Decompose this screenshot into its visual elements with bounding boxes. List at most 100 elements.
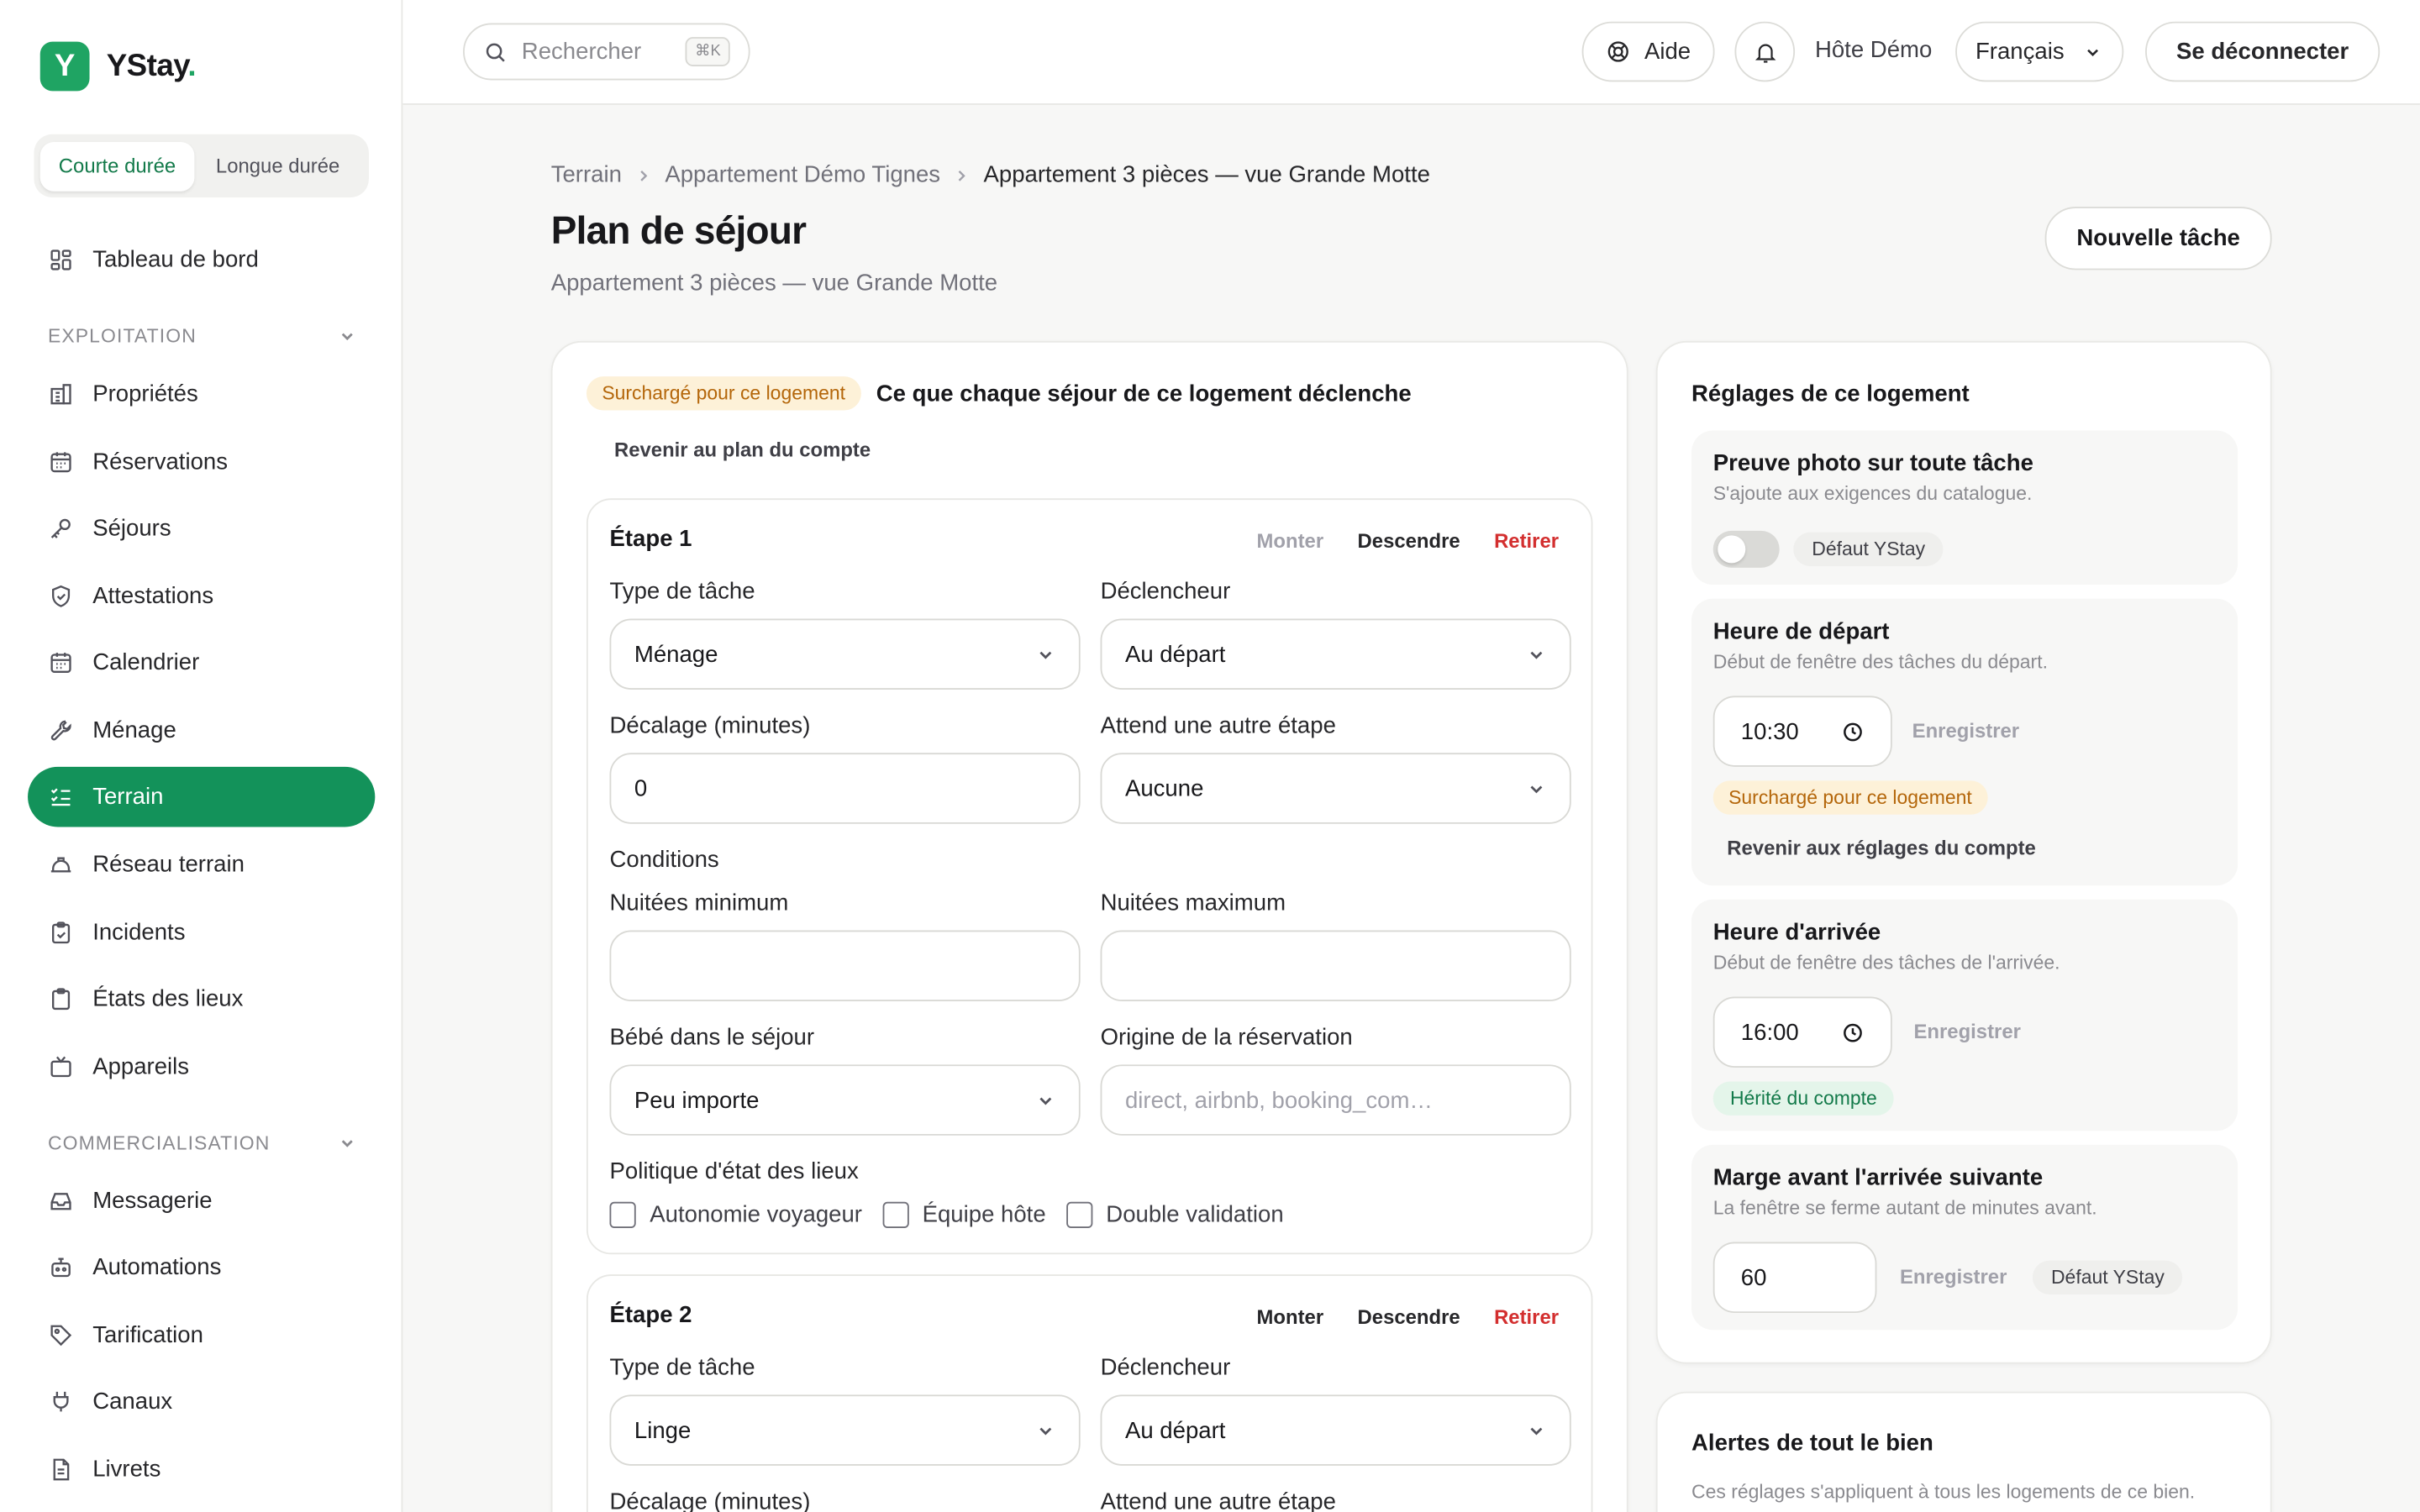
- inbox-icon: [50, 1193, 71, 1210]
- checkbox-label: Équipe hôte: [922, 1201, 1046, 1229]
- save-button[interactable]: Enregistrer: [1900, 1265, 2007, 1289]
- nav-section-exploitation[interactable]: EXPLOITATION: [48, 326, 356, 347]
- user-name[interactable]: Hôte Démo: [1815, 37, 1932, 63]
- trigger-select[interactable]: Au départ: [1100, 618, 1571, 690]
- sidebar-item-dashboard[interactable]: Tableau de bord: [28, 230, 375, 291]
- max-nights-label: Nuitées maximum: [1100, 890, 1286, 916]
- sidebar-item-calendar[interactable]: Calendrier: [28, 633, 375, 693]
- move-up-button[interactable]: Monter: [1257, 1305, 1324, 1329]
- move-down-button[interactable]: Descendre: [1358, 529, 1460, 553]
- remove-step-button[interactable]: Retirer: [1494, 529, 1559, 553]
- wait-step-value: Aucune: [1124, 774, 1204, 802]
- plug-icon: [53, 1391, 69, 1412]
- nav-section-label: COMMERCIALISATION: [47, 1132, 271, 1154]
- wait-step-select[interactable]: Aucune: [1100, 753, 1571, 824]
- checkbox-box[interactable]: [881, 1201, 909, 1229]
- brand[interactable]: Y YStay.: [39, 41, 197, 92]
- trigger-select[interactable]: Au départ: [1100, 1394, 1571, 1466]
- checkbox-box[interactable]: [1065, 1201, 1092, 1229]
- task-type-select[interactable]: Ménage: [609, 618, 1081, 690]
- brand-name: YStay.: [106, 48, 197, 83]
- notifications-button[interactable]: [1734, 21, 1796, 82]
- sidebar-item-reservations[interactable]: Réservations: [28, 432, 375, 492]
- plan-heading: Ce que chaque séjour de ce logement décl…: [876, 380, 1412, 407]
- revert-plan-button[interactable]: Revenir au plan du compte: [614, 438, 871, 462]
- sidebar-item-pricing[interactable]: Tarification: [28, 1305, 375, 1366]
- search-input[interactable]: Rechercher ⌘K: [463, 23, 750, 81]
- wrench-icon: [50, 720, 71, 741]
- trigger-label: Déclencheur: [1100, 578, 1231, 605]
- sidebar-item-stays[interactable]: Séjours: [28, 498, 375, 559]
- sidebar-item-properties[interactable]: Propriétés: [28, 364, 375, 424]
- sidebar-item-label: États des lieux: [92, 985, 244, 1012]
- chevron-down-icon: [1039, 1426, 1052, 1435]
- sidebar-item-channels[interactable]: Canaux: [28, 1372, 375, 1432]
- photo-proof-toggle[interactable]: [1712, 530, 1780, 568]
- help-button[interactable]: Aide: [1581, 21, 1715, 82]
- new-task-button[interactable]: Nouvelle tâche: [2044, 207, 2272, 270]
- checkbox-box[interactable]: [609, 1201, 636, 1229]
- sidebar-item-label: Attestations: [92, 583, 214, 610]
- policy-host-checkbox[interactable]: Équipe hôte: [881, 1201, 1046, 1229]
- step-1: Étape 1 Monter Descendre Retirer Type de…: [586, 498, 1593, 1255]
- search-shortcut: ⌘K: [686, 37, 730, 66]
- language-select[interactable]: Français: [1955, 21, 2124, 82]
- unit-settings-card: Réglages de ce logement Preuve photo sur…: [1655, 340, 2272, 1364]
- page-subtitle: Appartement 3 pièces — vue Grande Motte: [550, 270, 998, 297]
- setting-title: Preuve photo sur toute tâche: [1712, 450, 2033, 477]
- max-nights-input[interactable]: [1100, 930, 1571, 1002]
- task-type-select[interactable]: Linge: [609, 1394, 1081, 1466]
- setting-desc: Début de fenêtre des tâches du départ.: [1712, 651, 2048, 673]
- setting-title: Heure de départ: [1712, 618, 1890, 645]
- breadcrumb-root[interactable]: Terrain: [551, 162, 622, 188]
- nav-section-commercialisation[interactable]: COMMERCIALISATION: [48, 1132, 356, 1154]
- offset-input[interactable]: 0: [609, 753, 1081, 824]
- baby-select[interactable]: Peu importe: [609, 1064, 1081, 1136]
- sidebar-item-devices[interactable]: Appareils: [28, 1037, 375, 1097]
- search-icon: [486, 42, 505, 61]
- task-type-label: Type de tâche: [609, 578, 755, 605]
- sidebar-item-inspections[interactable]: États des lieux: [28, 969, 375, 1029]
- sidebar-item-booklets[interactable]: Livrets: [28, 1440, 375, 1500]
- chevron-down-icon: [1039, 1096, 1052, 1105]
- departure-time-input[interactable]: 10:30: [1712, 696, 1892, 767]
- plan-header: Surchargé pour ce logement Ce que chaque…: [586, 376, 1412, 411]
- sidebar-item-field-network[interactable]: Réseau terrain: [28, 835, 375, 895]
- sidebar-item-automations[interactable]: Automations: [28, 1237, 375, 1298]
- trigger-value: Au départ: [1124, 1417, 1226, 1444]
- offset-label: Décalage (minutes): [609, 1488, 811, 1512]
- sidebar-item-incidents[interactable]: Incidents: [28, 902, 375, 963]
- duration-short-tab[interactable]: Courte durée: [39, 141, 195, 191]
- policy-double-checkbox[interactable]: Double validation: [1065, 1201, 1284, 1229]
- sidebar-item-label: Séjours: [92, 515, 171, 542]
- breadcrumb-parent[interactable]: Appartement Démo Tignes: [665, 162, 940, 188]
- move-down-button[interactable]: Descendre: [1358, 1305, 1460, 1329]
- min-nights-input[interactable]: [609, 930, 1081, 1002]
- alerts-title: Alertes de tout le bien: [1691, 1430, 1933, 1457]
- duration-long-tab[interactable]: Longue durée: [197, 141, 358, 191]
- save-button[interactable]: Enregistrer: [1914, 1020, 2021, 1043]
- margin-input[interactable]: 60: [1712, 1242, 1877, 1314]
- sidebar-item-messaging[interactable]: Messagerie: [28, 1171, 375, 1231]
- min-nights-label: Nuitées minimum: [609, 890, 789, 916]
- sidebar-item-field[interactable]: Terrain: [28, 766, 376, 827]
- origin-input[interactable]: direct, airbnb, booking_com…: [1100, 1064, 1571, 1136]
- sidebar-item-cleaning[interactable]: Ménage: [28, 701, 375, 761]
- remove-step-button[interactable]: Retirer: [1494, 1305, 1559, 1329]
- sidebar-item-label: Ménage: [92, 717, 176, 744]
- sidebar-item-attestations[interactable]: Attestations: [28, 566, 375, 627]
- save-button[interactable]: Enregistrer: [1912, 719, 2019, 743]
- breadcrumb-current: Appartement 3 pièces — vue Grande Motte: [983, 161, 1430, 189]
- step-title: Étape 1: [609, 526, 692, 553]
- tv-icon: [50, 1056, 71, 1078]
- logout-button[interactable]: Se déconnecter: [2145, 21, 2381, 82]
- sidebar-item-label: Réservations: [92, 449, 228, 475]
- building-icon: [50, 384, 71, 405]
- arrival-time-input[interactable]: 16:00: [1712, 996, 1892, 1068]
- topbar: Rechercher ⌘K Aide Hôte Démo Français Se…: [402, 0, 2420, 105]
- move-up-button[interactable]: Monter: [1257, 529, 1324, 553]
- policy-guest-checkbox[interactable]: Autonomie voyageur: [609, 1201, 862, 1229]
- help-label: Aide: [1644, 38, 1691, 66]
- clock-icon: [1844, 1022, 1862, 1042]
- revert-settings-button[interactable]: Revenir aux réglages du compte: [1727, 836, 2036, 859]
